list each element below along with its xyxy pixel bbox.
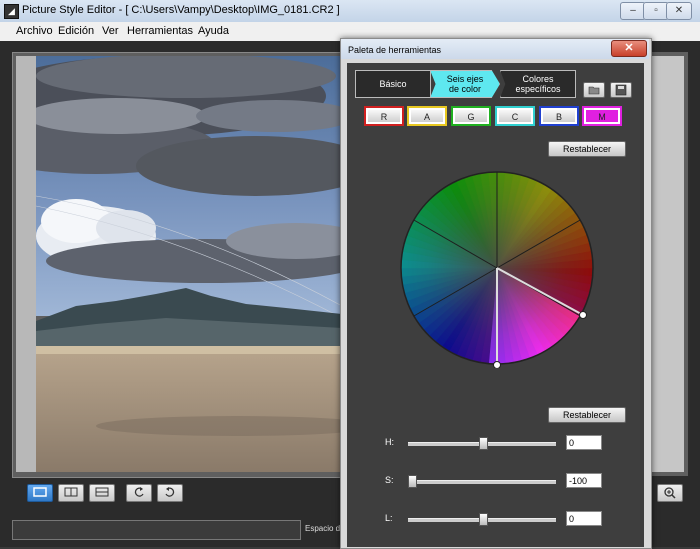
color-button-label: G <box>455 110 487 122</box>
menu-edicion[interactable]: Edición <box>58 25 94 37</box>
slider-value-h[interactable]: 0 <box>566 435 602 450</box>
slider-value-l[interactable]: 0 <box>566 511 602 526</box>
color-button-label: B <box>543 110 575 122</box>
title-bar[interactable]: ◢ Picture Style Editor - [ C:\Users\Vamp… <box>0 0 700 23</box>
color-wheel[interactable] <box>397 168 597 368</box>
range-handle-right[interactable] <box>579 311 587 319</box>
tab-specific-colors[interactable]: Colores específicos <box>500 70 576 98</box>
slider-thumb-h[interactable] <box>478 437 488 450</box>
slider-value-s[interactable]: -100 <box>566 473 602 488</box>
slider-label-l: L: <box>385 513 393 523</box>
status-label: Espacio de <box>305 524 345 533</box>
open-folder-icon <box>588 86 600 95</box>
save-button[interactable] <box>610 82 632 98</box>
rotate-right-icon <box>165 487 175 497</box>
color-button-a[interactable]: A <box>407 106 447 126</box>
tab-six-color-axes[interactable]: Seis ejes de color <box>430 70 500 98</box>
menu-ver[interactable]: Ver <box>102 25 119 37</box>
save-disk-icon <box>615 84 627 96</box>
slider-label-h: H: <box>385 437 394 447</box>
landscape-photo <box>36 56 342 472</box>
palette-close-button[interactable]: ✕ <box>611 40 647 57</box>
slider-label-s: S: <box>385 475 394 485</box>
image-left-margin <box>16 56 36 472</box>
tab-basic[interactable]: Básico <box>355 70 431 98</box>
undo-button[interactable] <box>126 484 152 502</box>
color-button-label: M <box>586 110 618 122</box>
slider-thumb-l[interactable] <box>478 513 488 526</box>
color-button-label: C <box>499 110 531 122</box>
color-button-g[interactable]: G <box>451 106 491 126</box>
single-view-button[interactable] <box>27 484 53 502</box>
open-button[interactable] <box>583 82 605 98</box>
split-view-button[interactable] <box>58 484 84 502</box>
color-button-label: A <box>411 110 443 122</box>
tab-six-label-2: de color <box>448 84 482 94</box>
tab-basic-label: Básico <box>379 79 407 89</box>
color-button-c[interactable]: C <box>495 106 535 126</box>
secondary-pane-inner <box>652 56 684 472</box>
single-view-icon <box>33 487 47 497</box>
menu-archivo[interactable]: Archivo <box>16 25 53 37</box>
menu-herramientas[interactable]: Herramientas <box>127 25 193 37</box>
zoom-button[interactable] <box>657 484 683 502</box>
image-preview[interactable] <box>36 56 342 472</box>
range-handle-bottom[interactable] <box>493 361 501 369</box>
redo-button[interactable] <box>157 484 183 502</box>
compare-view-icon <box>95 487 109 497</box>
tab-six-label-1: Seis ejes <box>446 74 484 84</box>
tab-specific-label-1: Colores <box>522 74 554 84</box>
app-icon: ◢ <box>4 4 19 19</box>
status-field <box>12 520 301 540</box>
menu-ayuda[interactable]: Ayuda <box>198 25 229 37</box>
window-title: Picture Style Editor - [ C:\Users\Vampy\… <box>22 4 340 16</box>
split-view-icon <box>64 487 78 497</box>
rotate-left-icon <box>134 487 144 497</box>
reset-button-top[interactable]: Restablecer <box>548 141 626 157</box>
reset-button-bottom[interactable]: Restablecer <box>548 407 626 423</box>
slider-thumb-s[interactable] <box>408 475 417 488</box>
palette-title: Paleta de herramientas <box>348 45 442 55</box>
zoom-icon <box>664 487 676 499</box>
color-button-r[interactable]: R <box>364 106 404 126</box>
close-button[interactable]: ✕ <box>666 2 692 20</box>
color-button-b[interactable]: B <box>539 106 579 126</box>
compare-view-button[interactable] <box>89 484 115 502</box>
color-button-label: R <box>368 110 400 122</box>
color-button-m[interactable]: M <box>582 106 622 126</box>
tab-specific-label-2: específicos <box>515 84 561 94</box>
slider-track-s[interactable] <box>408 480 556 484</box>
